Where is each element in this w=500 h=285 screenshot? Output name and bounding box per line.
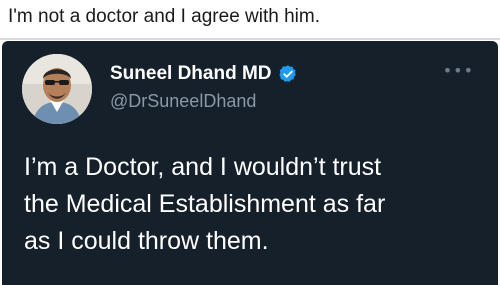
tweet-text-line: as I could throw them. (24, 227, 269, 255)
divider (0, 38, 500, 40)
post-caption: I'm not a doctor and I agree with him. (8, 6, 321, 27)
more-horizontal-icon[interactable]: ••• (443, 61, 474, 80)
avatar[interactable] (22, 54, 92, 124)
tweet-text-line: I’m a Doctor, and I wouldn’t trust (24, 153, 382, 181)
display-name[interactable]: Suneel Dhand MD (110, 63, 272, 85)
verified-badge-icon (278, 65, 296, 82)
tweet-text: I’m a Doctor, and I wouldn’t trust the M… (24, 149, 484, 260)
tweet-text-line: the Medical Establishment as far (24, 190, 386, 218)
avatar-image (22, 54, 92, 124)
author-name-row: Suneel Dhand MD (110, 63, 298, 85)
user-handle[interactable]: @DrSuneelDhand (110, 91, 256, 112)
tweet-card: Suneel Dhand MD @DrSuneelDhand ••• I’m a… (2, 41, 498, 285)
